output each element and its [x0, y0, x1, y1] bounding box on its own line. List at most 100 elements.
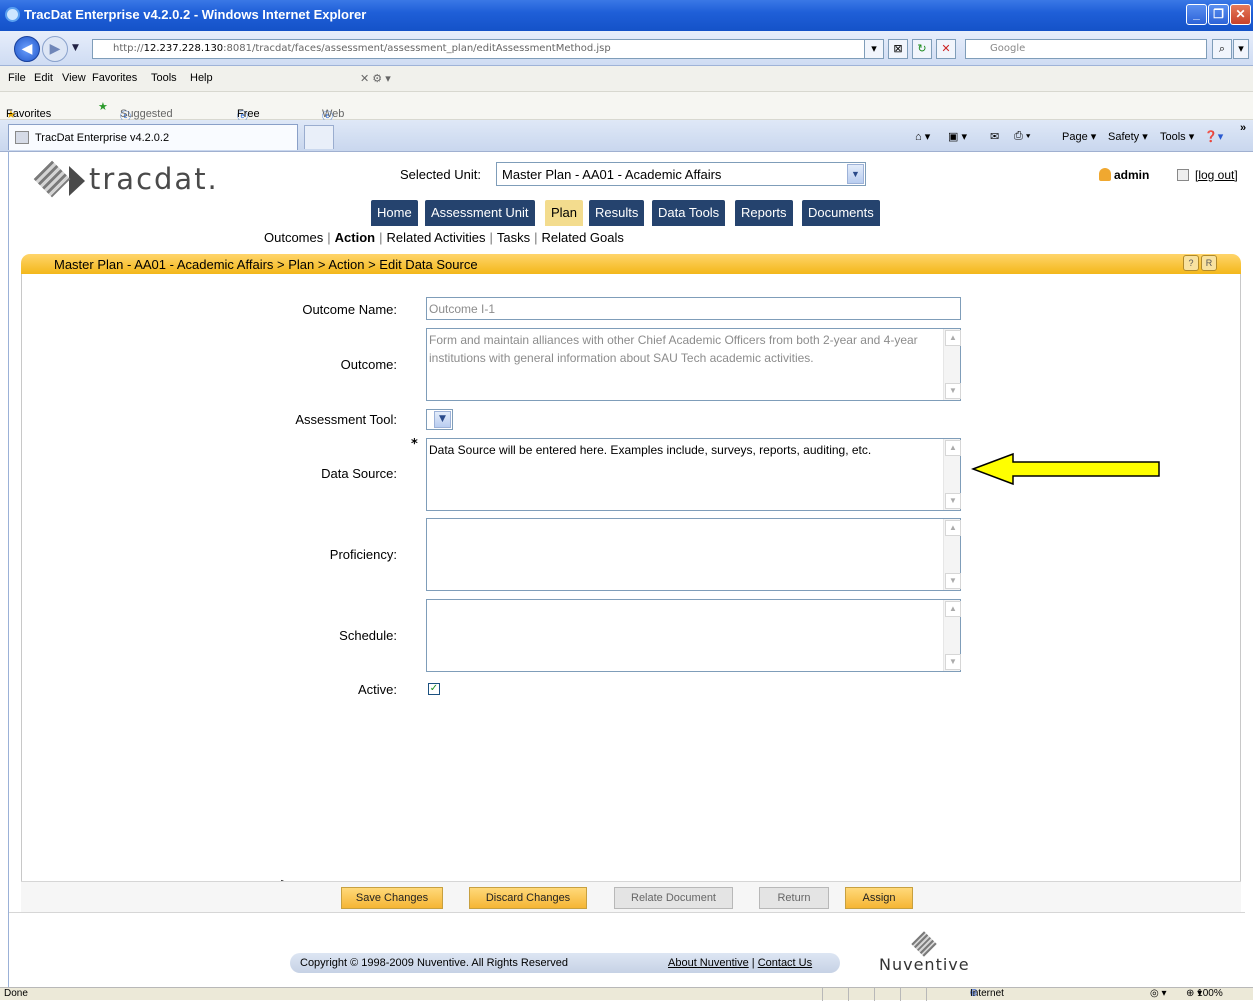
- ie-logo-icon: [5, 7, 20, 22]
- add-favorites-icon[interactable]: ★: [98, 100, 108, 113]
- help-icon[interactable]: ❓▾: [1204, 130, 1223, 143]
- menu-view[interactable]: View: [62, 72, 86, 84]
- assessment-tool-select[interactable]: ▼: [426, 409, 453, 430]
- proficiency-textarea[interactable]: [426, 518, 961, 591]
- active-checkbox[interactable]: ✓: [428, 683, 440, 695]
- tab-reports[interactable]: Reports: [735, 200, 793, 226]
- breadcrumb: Master Plan - AA01 - Academic Affairs > …: [21, 254, 1241, 274]
- search-options-icon[interactable]: ▾: [1233, 39, 1249, 59]
- browser-tab-bar: TracDat Enterprise v4.2.0.2 ⌂ ▾ ▣ ▾ ✉ ⎙ …: [0, 120, 1253, 152]
- history-dropdown-icon[interactable]: ▼: [72, 43, 79, 53]
- tab-home[interactable]: Home: [371, 200, 418, 226]
- forward-button[interactable]: ▶: [42, 36, 68, 62]
- schedule-scrollbar[interactable]: [943, 600, 961, 671]
- menu-file[interactable]: File: [8, 72, 26, 84]
- menu-favorites[interactable]: Favorites: [92, 72, 137, 84]
- status-divider: [900, 988, 901, 1001]
- proficiency-scrollbar[interactable]: [943, 519, 961, 590]
- chevron-down-icon[interactable]: ▼: [434, 411, 451, 428]
- tab-assessment-unit[interactable]: Assessment Unit: [425, 200, 535, 226]
- menu-edit[interactable]: Edit: [34, 72, 53, 84]
- maximize-button[interactable]: ❐: [1208, 4, 1229, 25]
- url-dropdown-icon[interactable]: ▾: [864, 39, 884, 59]
- selected-unit-dropdown[interactable]: Master Plan - AA01 - Academic Affairs ▼: [496, 162, 866, 186]
- page-content: tracdat. Selected Unit: Master Plan - AA…: [9, 152, 1245, 987]
- outcome-name-value: Outcome I-1: [429, 302, 496, 316]
- url-scheme: http://: [113, 43, 144, 54]
- outcome-scrollbar[interactable]: [943, 329, 961, 400]
- active-label: Active:: [357, 682, 397, 697]
- schedule-textarea[interactable]: [426, 599, 961, 672]
- selected-unit-value: Master Plan - AA01 - Academic Affairs: [502, 167, 722, 182]
- sub-nav: Outcomes | Action | Related Activities | Tasks…: [264, 230, 624, 245]
- feeds-icon[interactable]: ▣ ▾: [948, 130, 967, 143]
- menu-bar: File Edit View Favorites Tools Help ✕ ⚙ …: [0, 66, 1253, 92]
- data-source-textarea[interactable]: Data Source will be entered here. Exampl…: [426, 438, 961, 511]
- subnav-related-goals[interactable]: Related Goals: [542, 230, 624, 245]
- user-indicator: admin: [1099, 168, 1149, 182]
- outcome-label: Outcome:: [340, 357, 397, 372]
- required-marker: *: [411, 437, 418, 452]
- user-icon: [1099, 168, 1111, 181]
- page-menu[interactable]: Page ▾: [1062, 130, 1096, 143]
- tab-documents[interactable]: Documents: [802, 200, 880, 226]
- toolbar-close-icon[interactable]: ✕ ⚙ ▾: [360, 72, 391, 85]
- zoom-control[interactable]: ⊕ 100% ▾: [1186, 988, 1223, 999]
- back-button[interactable]: ◀: [14, 36, 40, 62]
- subnav-related-activities[interactable]: Related Activities: [386, 230, 485, 245]
- window-titlebar: TracDat Enterprise v4.2.0.2 - Windows In…: [0, 0, 1253, 31]
- subnav-tasks[interactable]: Tasks: [497, 230, 530, 245]
- copyright-text: Copyright © 1998-2009 Nuventive. All Rig…: [300, 957, 568, 969]
- tools-menu[interactable]: Tools ▾: [1160, 130, 1194, 143]
- record-icon[interactable]: R: [1201, 255, 1217, 271]
- tab-plan[interactable]: Plan: [545, 200, 584, 226]
- mail-icon[interactable]: ✉: [990, 130, 999, 143]
- menu-help[interactable]: Help: [190, 72, 213, 84]
- refresh-icon[interactable]: ↻: [912, 39, 932, 59]
- compatibility-icon[interactable]: ⊠: [888, 39, 908, 59]
- footer-links: About Nuventive | Contact Us: [668, 957, 812, 969]
- save-changes-button[interactable]: Save Changes: [341, 887, 443, 909]
- help-icons: ? R: [1181, 255, 1217, 271]
- data-source-scrollbar[interactable]: [943, 439, 961, 510]
- nuventive-text: Nuventive: [879, 955, 970, 974]
- protected-mode-icon[interactable]: ◎ ▾: [1150, 988, 1167, 999]
- contact-link[interactable]: Contact Us: [758, 957, 812, 969]
- help-icon[interactable]: ?: [1183, 255, 1199, 271]
- url-field[interactable]: http://12.237.228.130:8081/tracdat/faces…: [92, 39, 878, 59]
- nuventive-logo: Nuventive: [879, 931, 970, 974]
- search-icon[interactable]: ⌕: [1212, 39, 1232, 59]
- close-button[interactable]: ✕: [1230, 4, 1251, 25]
- data-source-label: Data Source:: [321, 466, 397, 481]
- subnav-outcomes[interactable]: Outcomes: [264, 230, 323, 245]
- outcome-name-field: Outcome I-1: [426, 297, 961, 320]
- chevron-right-icon[interactable]: »: [1240, 122, 1246, 134]
- browser-tab-title: TracDat Enterprise v4.2.0.2: [35, 132, 170, 144]
- discard-changes-button[interactable]: Discard Changes: [469, 887, 587, 909]
- stop-icon[interactable]: ✕: [936, 39, 956, 59]
- selected-unit-label: Selected Unit:: [400, 167, 481, 182]
- subnav-separator: |: [534, 230, 538, 245]
- relate-document-button[interactable]: Relate Document: [614, 887, 733, 909]
- return-button[interactable]: Return: [759, 887, 829, 909]
- assign-button[interactable]: Assign: [845, 887, 913, 909]
- new-tab-button[interactable]: [304, 125, 334, 149]
- print-icon[interactable]: ⎙ ▾: [1014, 130, 1030, 143]
- browser-tab-active[interactable]: TracDat Enterprise v4.2.0.2: [8, 124, 298, 150]
- nuventive-diamond-icon: [911, 931, 938, 957]
- safety-menu[interactable]: Safety ▾: [1108, 130, 1148, 143]
- page-icon: [15, 131, 29, 144]
- search-input[interactable]: Google: [965, 39, 1207, 59]
- about-link[interactable]: About Nuventive: [668, 957, 749, 969]
- chevron-down-icon[interactable]: ▼: [847, 164, 864, 184]
- window-right-edge: [1245, 152, 1253, 987]
- logout-link[interactable]: [log out]: [1177, 168, 1238, 182]
- tab-results[interactable]: Results: [589, 200, 645, 226]
- status-bar: Done 🌐︎ Internet ◎ ▾ ⊕ 100% ▾: [0, 987, 1253, 1001]
- copyright-bar: Copyright © 1998-2009 Nuventive. All Rig…: [290, 953, 840, 973]
- menu-tools[interactable]: Tools: [151, 72, 177, 84]
- home-icon[interactable]: ⌂ ▾: [915, 130, 930, 143]
- tab-data-tools[interactable]: Data Tools: [652, 200, 726, 226]
- subnav-action[interactable]: Action: [335, 230, 375, 245]
- minimize-button[interactable]: _: [1186, 4, 1207, 25]
